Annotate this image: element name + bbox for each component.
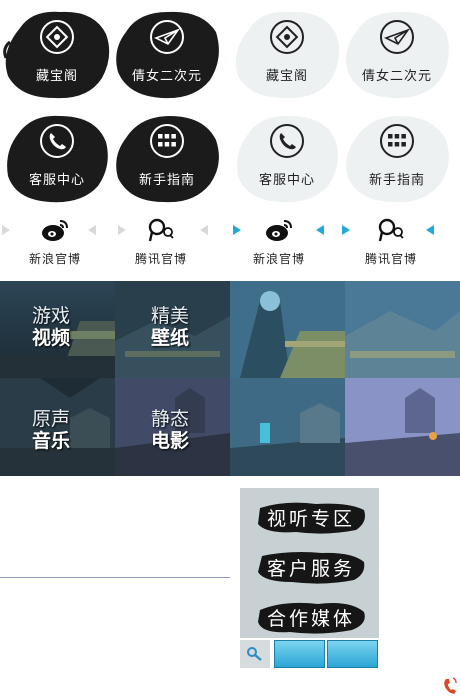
search-button[interactable] (240, 640, 270, 668)
blue-button-1[interactable] (274, 640, 325, 668)
dark-tile-qiannv[interactable]: 倩女二次元 (112, 8, 222, 100)
side-menu: 视听专区 客户服务 合作媒体 (240, 488, 379, 638)
tile-label: 客服中心 (28, 173, 85, 188)
media-tile-title: 游戏 视频 (32, 305, 71, 349)
dark-tile-kefu[interactable]: 客服中心 (2, 112, 112, 204)
tile-label: 新手指南 (368, 173, 425, 188)
light-tile-cangbaoge[interactable]: 藏宝阁 (232, 8, 342, 100)
media-tile-soundtrack-hover[interactable] (230, 378, 345, 476)
dark-tile-cangbaoge[interactable]: 藏宝阁 (2, 8, 112, 100)
media-tile-title: 精美 壁纸 (151, 305, 190, 349)
grid-icon (380, 124, 414, 158)
menu-item-label: 合作媒体 (266, 608, 355, 630)
media-tile-game-video-hover[interactable] (230, 281, 345, 378)
dark-tile-xinshou[interactable]: 新手指南 (112, 112, 222, 204)
paper-plane-icon (150, 20, 184, 54)
tile-label: 倩女二次元 (361, 69, 432, 84)
tile-label: 藏宝阁 (265, 69, 308, 84)
tencent-weibo-icon (148, 218, 174, 242)
tencent-weibo-icon (378, 218, 404, 242)
menu-item-partner-media[interactable]: 合作媒体 (256, 600, 366, 634)
sina-weibo-link[interactable]: 新浪官博 (0, 216, 110, 266)
light-tile-xinshou[interactable]: 新手指南 (342, 112, 452, 204)
tile-label: 新手指南 (138, 173, 195, 188)
search-icon (247, 647, 262, 661)
phone-icon (40, 124, 74, 158)
weibo-icon (266, 220, 292, 241)
weibo-icon (42, 220, 68, 241)
media-tile-static-film[interactable]: 静态 电影 (115, 378, 230, 476)
media-tile-static-film-hover[interactable] (345, 378, 460, 476)
scene-image (230, 378, 345, 476)
media-tile-title: 原声 音乐 (32, 408, 71, 452)
tile-label: 客服中心 (258, 173, 315, 188)
scene-image (345, 281, 460, 378)
social-label: 腾讯官博 (364, 252, 417, 266)
treasure-compass-icon (270, 20, 304, 54)
paper-plane-icon (380, 20, 414, 54)
media-tile-title: 静态 电影 (151, 408, 190, 452)
light-tile-qiannv[interactable]: 倩女二次元 (342, 8, 452, 100)
social-label: 新浪官博 (28, 252, 81, 266)
media-tile-wallpaper[interactable]: 精美 壁纸 (115, 281, 230, 378)
tile-label: 倩女二次元 (131, 69, 202, 84)
scene-image (345, 378, 460, 476)
treasure-compass-icon (40, 20, 74, 54)
tencent-weibo-link[interactable]: 腾讯官博 (106, 216, 216, 266)
media-tile-wallpaper-hover[interactable] (345, 281, 460, 378)
divider (0, 577, 230, 578)
menu-item-label: 客户服务 (266, 558, 355, 580)
social-label: 腾讯官博 (134, 252, 187, 266)
media-tile-soundtrack[interactable]: 原声 音乐 (0, 378, 115, 476)
media-tile-game-video[interactable]: 游戏 视频 (0, 281, 115, 378)
phone-icon (270, 124, 304, 158)
grid-icon (150, 124, 184, 158)
scene-image (230, 281, 345, 378)
menu-item-audiovisual[interactable]: 视听专区 (256, 500, 366, 534)
menu-item-customer-service[interactable]: 客户服务 (256, 550, 366, 584)
light-tile-kefu[interactable]: 客服中心 (232, 112, 342, 204)
sina-weibo-link[interactable]: 新浪官博 (224, 216, 334, 266)
social-label: 新浪官博 (252, 252, 305, 266)
tile-label: 藏宝阁 (35, 69, 78, 84)
menu-item-label: 视听专区 (266, 508, 355, 530)
phone-hook-icon[interactable] (442, 676, 458, 696)
blue-button-2[interactable] (327, 640, 378, 668)
tencent-weibo-link[interactable]: 腾讯官博 (336, 216, 446, 266)
